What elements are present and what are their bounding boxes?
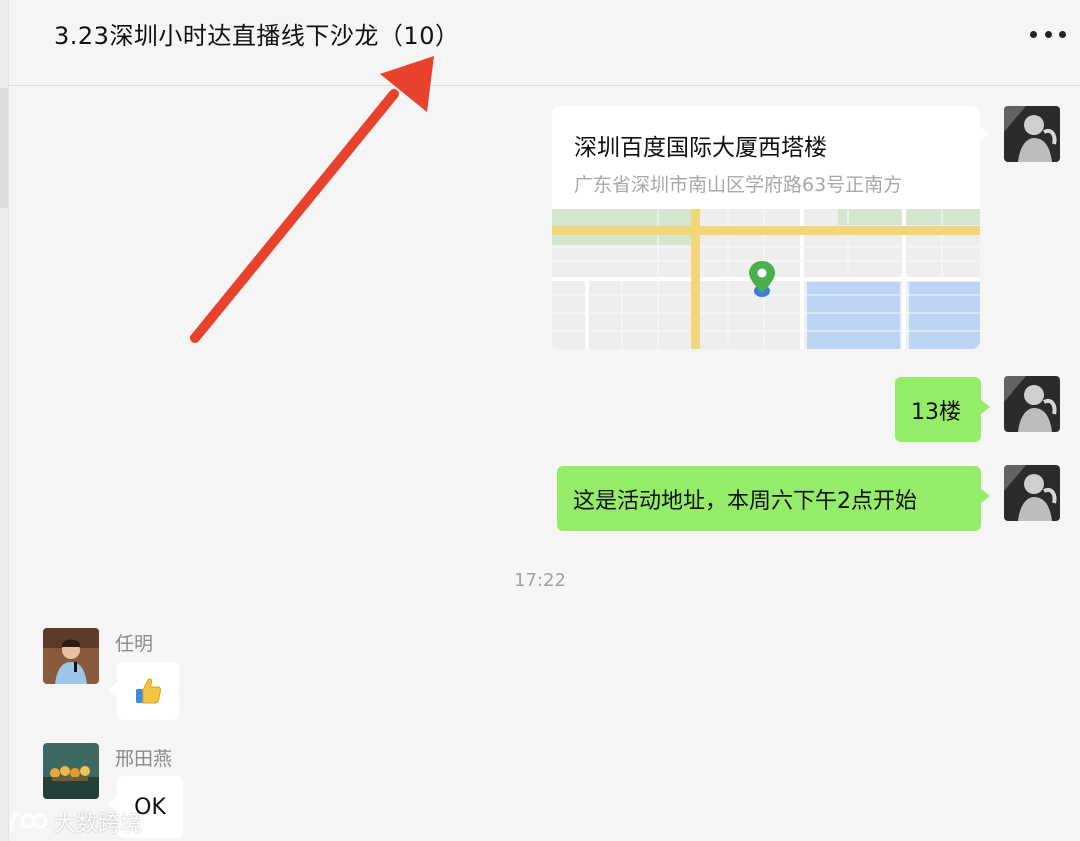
watermark-logo-icon bbox=[10, 811, 48, 832]
red-arrow-icon bbox=[190, 56, 434, 343]
watermark-text: 大数跨境 bbox=[54, 812, 143, 837]
watermark: 大数跨境 bbox=[8, 806, 142, 838]
